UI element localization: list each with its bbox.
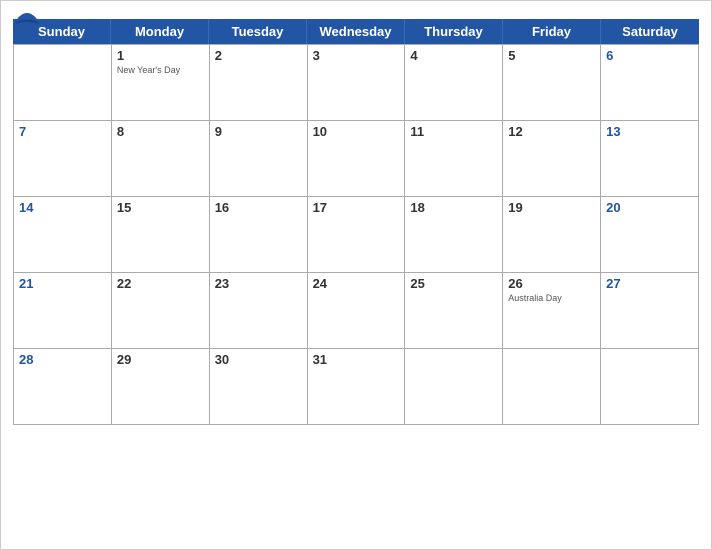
date-number: 29 bbox=[117, 352, 204, 367]
date-number: 6 bbox=[606, 48, 693, 63]
calendar-cell: 1 New Year's Day bbox=[112, 45, 210, 121]
date-number: 17 bbox=[313, 200, 400, 215]
calendar-cell bbox=[14, 45, 112, 121]
calendar-cell: 30 bbox=[210, 349, 308, 425]
date-number: 12 bbox=[508, 124, 595, 139]
date-number: 21 bbox=[19, 276, 106, 291]
date-number: 10 bbox=[313, 124, 400, 139]
date-number: 28 bbox=[19, 352, 106, 367]
calendar-cell: 23 bbox=[210, 273, 308, 349]
calendar-cell: 7 bbox=[14, 121, 112, 197]
calendar-cell: 9 bbox=[210, 121, 308, 197]
calendar-cell: 10 bbox=[308, 121, 406, 197]
holiday-label: Australia Day bbox=[508, 293, 595, 303]
calendar-cell: 28 bbox=[14, 349, 112, 425]
calendar-cell: 6 bbox=[601, 45, 699, 121]
calendar-cell: 27 bbox=[601, 273, 699, 349]
date-number: 18 bbox=[410, 200, 497, 215]
calendar: SundayMondayTuesdayWednesdayThursdayFrid… bbox=[0, 0, 712, 550]
calendar-cell: 17 bbox=[308, 197, 406, 273]
date-number: 14 bbox=[19, 200, 106, 215]
date-number: 31 bbox=[313, 352, 400, 367]
date-number: 23 bbox=[215, 276, 302, 291]
date-number: 13 bbox=[606, 124, 693, 139]
day-header-friday: Friday bbox=[503, 19, 601, 44]
calendar-grid: 1New Year's Day2345678910111213141516171… bbox=[13, 44, 699, 425]
date-number: 1 bbox=[117, 48, 204, 63]
holiday-label: New Year's Day bbox=[117, 65, 204, 75]
calendar-cell: 13 bbox=[601, 121, 699, 197]
calendar-cell: 14 bbox=[14, 197, 112, 273]
calendar-cell: 19 bbox=[503, 197, 601, 273]
calendar-cell: 11 bbox=[405, 121, 503, 197]
calendar-cell bbox=[503, 349, 601, 425]
calendar-cell: 15 bbox=[112, 197, 210, 273]
week-row-2: 789 10 11 12 13 bbox=[14, 121, 699, 197]
calendar-cell: 24 bbox=[308, 273, 406, 349]
date-number: 3 bbox=[313, 48, 400, 63]
calendar-cell: 21 bbox=[14, 273, 112, 349]
day-header-tuesday: Tuesday bbox=[209, 19, 307, 44]
day-header-wednesday: Wednesday bbox=[307, 19, 405, 44]
calendar-cell bbox=[405, 349, 503, 425]
day-header-monday: Monday bbox=[111, 19, 209, 44]
date-number: 4 bbox=[410, 48, 497, 63]
date-number: 19 bbox=[508, 200, 595, 215]
calendar-cell: 25 bbox=[405, 273, 503, 349]
calendar-cell: 5 bbox=[503, 45, 601, 121]
calendar-cell: 20 bbox=[601, 197, 699, 273]
calendar-cell: 29 bbox=[112, 349, 210, 425]
date-number: 15 bbox=[117, 200, 204, 215]
date-number: 9 bbox=[215, 124, 302, 139]
calendar-cell: 18 bbox=[405, 197, 503, 273]
logo-bird-icon bbox=[13, 11, 41, 29]
date-number: 2 bbox=[215, 48, 302, 63]
calendar-cell: 2 bbox=[210, 45, 308, 121]
calendar-cell bbox=[601, 349, 699, 425]
date-number: 30 bbox=[215, 352, 302, 367]
date-number: 26 bbox=[508, 276, 595, 291]
date-number: 8 bbox=[117, 124, 204, 139]
date-number: 25 bbox=[410, 276, 497, 291]
calendar-cell: 12 bbox=[503, 121, 601, 197]
date-number: 20 bbox=[606, 200, 693, 215]
week-row-5: 28 29 30 31 bbox=[14, 349, 699, 425]
calendar-cell: 16 bbox=[210, 197, 308, 273]
day-header-saturday: Saturday bbox=[601, 19, 699, 44]
logo bbox=[13, 11, 43, 29]
date-number: 5 bbox=[508, 48, 595, 63]
date-number: 16 bbox=[215, 200, 302, 215]
date-number: 24 bbox=[313, 276, 400, 291]
day-headers: SundayMondayTuesdayWednesdayThursdayFrid… bbox=[13, 19, 699, 44]
week-row-1: 1 New Year's Day 23456 bbox=[14, 45, 699, 121]
calendar-cell: 22 bbox=[112, 273, 210, 349]
date-number: 27 bbox=[606, 276, 693, 291]
calendar-cell: 3 bbox=[308, 45, 406, 121]
date-number: 11 bbox=[410, 124, 497, 139]
date-number: 22 bbox=[117, 276, 204, 291]
calendar-cell: 26 Australia Day bbox=[503, 273, 601, 349]
week-row-4: 21 22 23 24 25 26 Australia Day 27 bbox=[14, 273, 699, 349]
week-row-3: 14 15 16 17 18 19 20 bbox=[14, 197, 699, 273]
calendar-cell: 4 bbox=[405, 45, 503, 121]
calendar-cell: 31 bbox=[308, 349, 406, 425]
date-number: 7 bbox=[19, 124, 106, 139]
day-header-thursday: Thursday bbox=[405, 19, 503, 44]
calendar-cell: 8 bbox=[112, 121, 210, 197]
